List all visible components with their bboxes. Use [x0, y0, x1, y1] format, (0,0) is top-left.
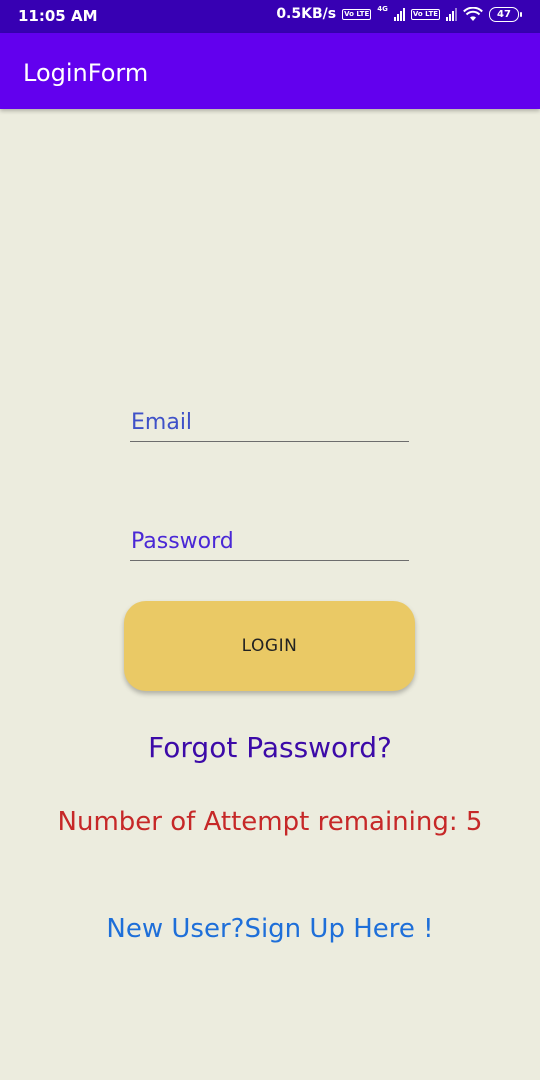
forgot-password-link[interactable]: Forgot Password? [0, 731, 540, 764]
network-type: 4G [377, 5, 388, 13]
email-field-container [130, 410, 409, 442]
login-button[interactable]: LOGIN [124, 601, 415, 691]
app-bar: LoginForm [0, 33, 540, 109]
volte-icon: Vo LTE [342, 8, 372, 20]
password-field[interactable] [130, 529, 409, 560]
status-time: 11:05 AM [18, 7, 98, 25]
signal-strength-icon-2 [446, 7, 457, 21]
status-icons: 0.5KB/s Vo LTE 4G Vo LTE 47 [276, 6, 522, 22]
status-bar: 11:05 AM 0.5KB/s Vo LTE 4G Vo LTE 47 [0, 0, 540, 33]
volte-label-2: Vo LTE [412, 9, 438, 18]
network-speed: 0.5KB/s [276, 6, 337, 22]
password-field-container [130, 529, 409, 561]
signup-link[interactable]: New User?Sign Up Here ! [0, 914, 540, 944]
volte-label: Vo LTE [344, 9, 370, 18]
battery-level: 47 [489, 6, 519, 22]
battery-icon: 47 [489, 6, 522, 22]
wifi-icon [463, 6, 483, 21]
attempts-remaining-text: Number of Attempt remaining: 5 [57, 807, 483, 837]
app-title: LoginForm [23, 59, 149, 87]
email-field[interactable] [130, 410, 409, 441]
volte-icon-2: Vo LTE [410, 8, 440, 20]
signal-strength-icon [393, 7, 405, 21]
